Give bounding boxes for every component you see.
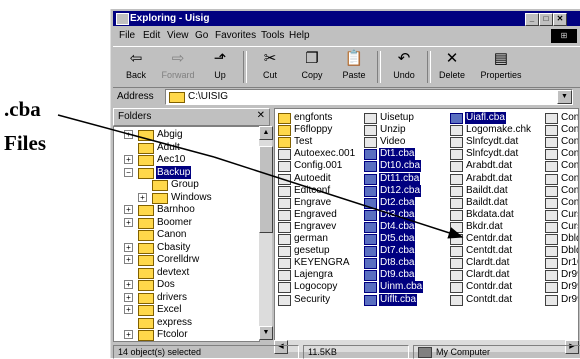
arrow-to-tree xyxy=(57,114,215,158)
arrow-to-cba-files xyxy=(213,156,464,239)
annotation-arrow xyxy=(57,114,464,239)
